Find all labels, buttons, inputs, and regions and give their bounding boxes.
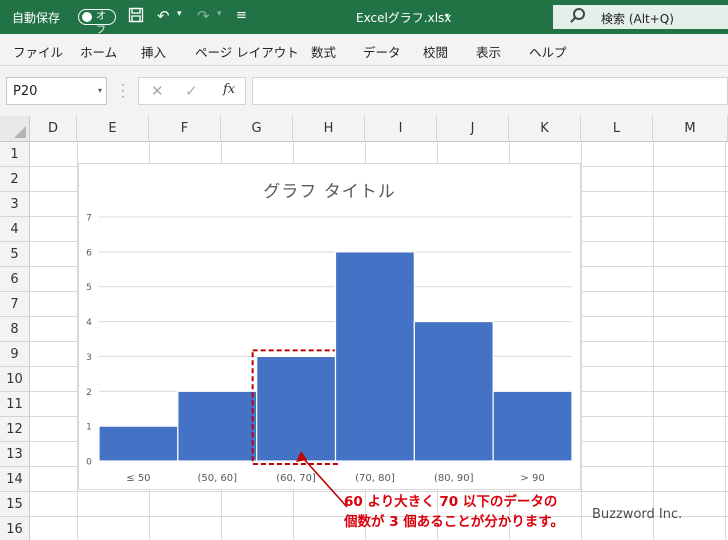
y-tick-label: 6	[86, 248, 92, 258]
histogram-bar	[492, 390, 573, 462]
menu-insert[interactable]: 挿入	[141, 42, 166, 61]
row-header-16[interactable]: 16	[0, 517, 30, 540]
menu-review[interactable]: 校閲	[423, 42, 448, 61]
formula-buttons: ✕ ✓ fx	[138, 77, 246, 105]
row-header-7[interactable]: 7	[0, 292, 30, 317]
chart-plot-area: 0 1 2 3 4 5 6 7 ≤ 50 (50, 60] (60, 70] (70, 80] (80,…	[86, 214, 573, 508]
column-header-f[interactable]: F	[149, 116, 221, 142]
column-header-l[interactable]: L	[581, 116, 653, 142]
row-header-4[interactable]: 4	[0, 217, 30, 242]
column-header-k[interactable]: K	[509, 116, 581, 142]
save-icon[interactable]	[128, 7, 144, 27]
row-header-6[interactable]: 6	[0, 267, 30, 292]
row-header-11[interactable]: 11	[0, 392, 30, 417]
column-header-e[interactable]: E	[77, 116, 149, 142]
customize-toolbar-icon[interactable]: ≡	[236, 7, 247, 25]
watermark: Buzzword Inc.	[592, 507, 683, 522]
menu-view[interactable]: 表示	[476, 42, 501, 61]
name-box-dropdown-icon[interactable]: ▾	[98, 86, 102, 95]
insert-function-icon[interactable]: fx	[223, 82, 235, 97]
redo-icon[interactable]: ↷	[197, 7, 210, 25]
column-header-g[interactable]: G	[221, 116, 293, 142]
x-tick-label: (60, 70]	[276, 473, 316, 484]
cancel-icon[interactable]: ✕	[151, 82, 164, 100]
name-box-value: P20	[13, 84, 38, 99]
column-header-h[interactable]: H	[293, 116, 365, 142]
histogram-chart[interactable]: グラフ タイトル 0 1 2 3 4 5 6 7 ≤ 50 (50, 60] (60, 70] (70…	[78, 163, 581, 508]
row-header-5[interactable]: 5	[0, 242, 30, 267]
menu-help[interactable]: ヘルプ	[529, 42, 567, 61]
column-header-m[interactable]: M	[653, 116, 728, 142]
enter-icon[interactable]: ✓	[185, 82, 198, 100]
histogram-bar	[177, 390, 258, 462]
toggle-knob	[82, 12, 92, 22]
undo-icon[interactable]: ↶	[157, 7, 170, 25]
row-header-14[interactable]: 14	[0, 467, 30, 492]
search-box[interactable]: 検索 (Alt+Q)	[553, 5, 728, 29]
x-tick-label: ≤ 50	[126, 473, 150, 484]
menu-page-layout[interactable]: ページ レイアウト	[195, 42, 299, 61]
y-tick-label: 1	[86, 423, 92, 433]
more-options-icon[interactable]: · · ·	[120, 79, 126, 103]
menu-home[interactable]: ホーム	[80, 42, 117, 61]
annotation-line-2: 個数が 3 個あることが分かります。	[344, 514, 564, 530]
file-name[interactable]: Excelグラフ.xlsx	[356, 9, 451, 26]
search-icon	[573, 8, 585, 20]
row-header-15[interactable]: 15	[0, 492, 30, 517]
x-tick-label: > 90	[520, 473, 544, 484]
y-tick-label: 0	[86, 458, 92, 468]
menu-data[interactable]: データ	[363, 42, 401, 61]
undo-dropdown-icon[interactable]: ▾	[177, 9, 182, 19]
histogram-bar	[98, 425, 179, 462]
formula-bar: P20 ▾ · · · ✕ ✓ fx	[0, 66, 728, 116]
select-all-corner[interactable]	[0, 116, 30, 142]
column-header-d[interactable]: D	[30, 116, 77, 142]
histogram-bar	[256, 355, 337, 462]
row-header-12[interactable]: 12	[0, 417, 30, 442]
row-header-13[interactable]: 13	[0, 442, 30, 467]
autosave-label: 自動保存	[12, 11, 61, 25]
ribbon-menu: ファイル ホーム 挿入 ページ レイアウト 数式 データ 校閲 表示 ヘルプ	[0, 34, 728, 66]
annotation-line-1: 60 より大きく 70 以下のデータの	[344, 494, 558, 510]
search-text: 検索 (Alt+Q)	[601, 12, 674, 26]
column-header-j[interactable]: J	[437, 116, 509, 142]
row-header-1[interactable]: 1	[0, 142, 30, 167]
y-tick-label: 4	[86, 318, 92, 328]
y-tick-label: 2	[86, 388, 92, 398]
y-tick-label: 7	[86, 214, 92, 224]
row-header-2[interactable]: 2	[0, 167, 30, 192]
x-tick-label: (50, 60]	[197, 473, 237, 484]
title-bar: 自動保存 オフ ↶ ▾ ↷ ▾ ≡ Excelグラフ.xlsx ▾ 検索 (Al…	[0, 0, 728, 36]
y-tick-label: 3	[86, 353, 92, 363]
x-tick-label: (70, 80]	[355, 473, 395, 484]
name-box[interactable]: P20 ▾	[6, 77, 107, 105]
row-header-3[interactable]: 3	[0, 192, 30, 217]
row-header-10[interactable]: 10	[0, 367, 30, 392]
annotation-text: 60 より大きく 70 以下のデータの 個数が 3 個あることが分かります。	[344, 492, 564, 532]
autosave-toggle[interactable]: オフ	[78, 9, 116, 36]
column-header-i[interactable]: I	[365, 116, 437, 142]
row-header-9[interactable]: 9	[0, 342, 30, 367]
histogram-bar	[413, 320, 494, 462]
histogram-bar	[334, 251, 415, 462]
row-header-8[interactable]: 8	[0, 317, 30, 342]
redo-dropdown-icon[interactable]: ▾	[217, 9, 222, 19]
y-tick-label: 5	[86, 283, 92, 293]
x-tick-label: (80, 90]	[434, 473, 474, 484]
menu-formulas[interactable]: 数式	[311, 42, 336, 61]
file-name-dropdown-icon[interactable]: ▾	[445, 11, 449, 20]
formula-input[interactable]	[252, 77, 728, 105]
menu-file[interactable]: ファイル	[13, 42, 63, 61]
